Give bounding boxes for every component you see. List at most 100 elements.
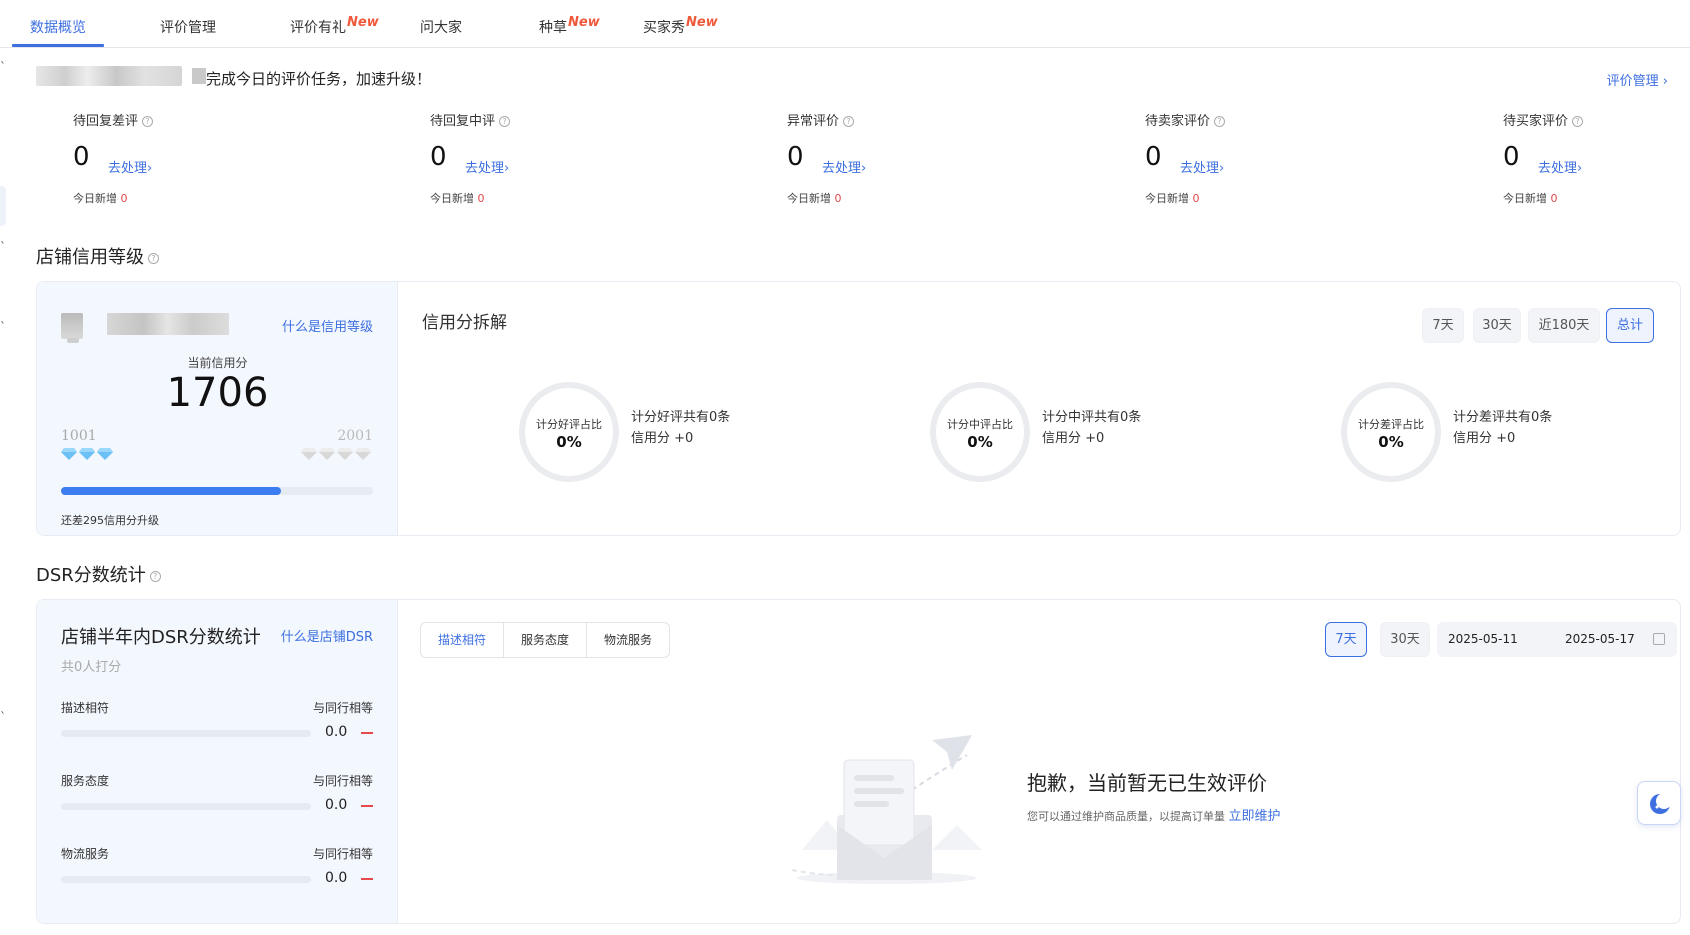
next-level-gems [301, 448, 373, 467]
diamond-icon [337, 448, 353, 460]
diamond-icon [301, 448, 317, 460]
help-circle-icon[interactable]: ? [1572, 116, 1584, 127]
avatar [61, 313, 83, 339]
date-start[interactable]: 2025-05-11 [1448, 632, 1518, 646]
empty-envelope-icon [791, 735, 982, 884]
ring-label: 计分好评占比 [536, 418, 602, 431]
today-new: 今日新增 0 [73, 192, 128, 205]
day-7-button[interactable]: 7天 [1325, 622, 1367, 657]
ring-label: 计分差评占比 [1358, 418, 1424, 431]
help-circle-icon[interactable]: ? [499, 116, 511, 127]
tab-review-manage[interactable]: 评价管理 [160, 17, 216, 37]
today-new: 今日新增 0 [430, 192, 485, 205]
stat-value: 0 [1145, 142, 1162, 172]
range-30d-button[interactable]: 30天 [1473, 308, 1521, 343]
floating-assistant-button[interactable] [1637, 781, 1681, 825]
day-30-button[interactable]: 30天 [1380, 622, 1430, 657]
credit-progress-fill [61, 487, 281, 495]
ring-value: 0% [556, 433, 582, 451]
stat-value: 0 [430, 142, 447, 172]
dsr-bar [61, 730, 311, 737]
go-handle-link[interactable]: 去处理› [1538, 157, 1582, 176]
segment-service[interactable]: 服务态度 [504, 623, 588, 657]
today-new: 今日新增 0 [1145, 192, 1200, 205]
top-tabs: 数据概览 评价管理 评价有礼New 问大家 种草New 买家秀New [0, 0, 1690, 48]
help-circle-icon[interactable]: ? [1214, 116, 1226, 127]
active-tab-underline [12, 44, 104, 47]
dsr-segment-control: 描述相符 服务态度 物流服务 [420, 622, 671, 658]
dsr-section-title: DSR分数统计? [36, 561, 161, 587]
level-max: 2001 [337, 428, 373, 444]
go-handle-link[interactable]: 去处理› [465, 157, 509, 176]
range-180d-button[interactable]: 近180天 [1528, 308, 1600, 343]
shop-name-blurred [36, 66, 182, 86]
tab-overview[interactable]: 数据概览 [30, 17, 86, 37]
stat-value: 0 [73, 142, 90, 172]
range-7d-button[interactable]: 7天 [1422, 308, 1464, 343]
help-circle-icon[interactable]: ? [149, 570, 161, 582]
current-level-gems [61, 448, 115, 467]
go-handle-link[interactable]: 去处理› [1180, 157, 1224, 176]
dsr-card: 店铺半年内DSR分数统计 什么是店铺DSR 共0人打分 描述相符 与同行相等 0… [36, 599, 1681, 924]
go-handle-link[interactable]: 去处理› [108, 157, 152, 176]
good-ratio-ring: 计分好评占比 0% [519, 382, 619, 482]
diamond-icon [61, 448, 77, 460]
sidebar-edge [0, 186, 6, 226]
dsr-row-logistics: 物流服务 与同行相等 0.0 [61, 847, 373, 886]
date-end[interactable]: 2025-05-17 [1565, 632, 1635, 646]
maintain-now-link[interactable]: 立即维护 [1229, 809, 1281, 824]
stat-abnormal: 异常评价? 0 去处理› 今日新增 0 [787, 114, 867, 205]
credit-summary: 什么是信用等级 当前信用分 1706 1001 2001 还差295信用分升级 [37, 282, 398, 535]
breakdown-title: 信用分拆解 [422, 313, 507, 333]
shop-name-blurred [107, 313, 229, 335]
tab-seeding[interactable]: 种草New [539, 15, 600, 37]
stat-pending-seller: 待卖家评价? 0 去处理› 今日新增 0 [1145, 114, 1226, 205]
moon-chat-icon [1650, 793, 1672, 814]
stat-value: 0 [1503, 142, 1520, 172]
chevron-right-icon: › [147, 161, 153, 176]
new-badge: New [686, 15, 718, 30]
chevron-right-icon: › [861, 161, 867, 176]
upgrade-text: 还差295信用分升级 [61, 514, 159, 527]
diamond-icon [355, 448, 371, 460]
stat-value: 0 [787, 142, 804, 172]
help-circle-icon[interactable]: ? [148, 252, 159, 264]
date-range-picker[interactable]: 2025-05-11 2025-05-17 [1437, 622, 1677, 657]
diamond-icon [319, 448, 335, 460]
diamond-icon [97, 448, 113, 460]
credit-card: 什么是信用等级 当前信用分 1706 1001 2001 还差295信用分升级 … [36, 281, 1681, 536]
segment-logistics[interactable]: 物流服务 [587, 623, 669, 657]
dsr-bar [61, 876, 311, 883]
tab-buyer-show[interactable]: 买家秀New [643, 15, 718, 37]
credit-score: 1706 [166, 370, 269, 416]
mid-ratio-ring: 计分中评占比 0% [930, 382, 1030, 482]
minus-icon [361, 732, 373, 734]
credit-section-title: 店铺信用等级? [36, 243, 159, 269]
range-total-button[interactable]: 总计 [1606, 308, 1654, 343]
chevron-right-icon: › [1577, 161, 1583, 176]
what-is-credit-link[interactable]: 什么是信用等级 [282, 316, 373, 335]
diamond-icon [79, 448, 95, 460]
dsr-summary: 店铺半年内DSR分数统计 什么是店铺DSR 共0人打分 描述相符 与同行相等 0… [37, 600, 398, 923]
new-badge: New [568, 15, 600, 30]
segment-description[interactable]: 描述相符 [421, 623, 505, 657]
good-ratio-text: 计分好评共有0条 信用分 +0 [631, 410, 731, 446]
ring-label: 计分中评占比 [947, 418, 1013, 431]
what-is-dsr-link[interactable]: 什么是店铺DSR [281, 626, 373, 645]
empty-title: 抱歉，当前暂无已生效评价 [1027, 771, 1267, 795]
avatar-base [67, 338, 79, 343]
credit-progress-track [61, 487, 373, 495]
tab-review-gift[interactable]: 评价有礼New [290, 15, 379, 37]
current-credit-label: 当前信用分 [187, 356, 248, 370]
stat-pending-bad: 待回复差评? 0 去处理› 今日新增 0 [73, 114, 154, 205]
help-circle-icon[interactable]: ? [843, 116, 855, 127]
tab-ask-all[interactable]: 问大家 [420, 17, 462, 37]
review-manage-link[interactable]: 评价管理 › [1607, 70, 1668, 89]
ring-value: 0% [1378, 433, 1404, 451]
chevron-right-icon: › [1662, 74, 1668, 89]
help-circle-icon[interactable]: ? [142, 116, 154, 127]
stat-pending-buyer: 待买家评价? 0 去处理› 今日新增 0 [1503, 114, 1584, 205]
go-handle-link[interactable]: 去处理› [822, 157, 866, 176]
minus-icon [361, 878, 373, 880]
calendar-icon[interactable] [1653, 633, 1665, 645]
